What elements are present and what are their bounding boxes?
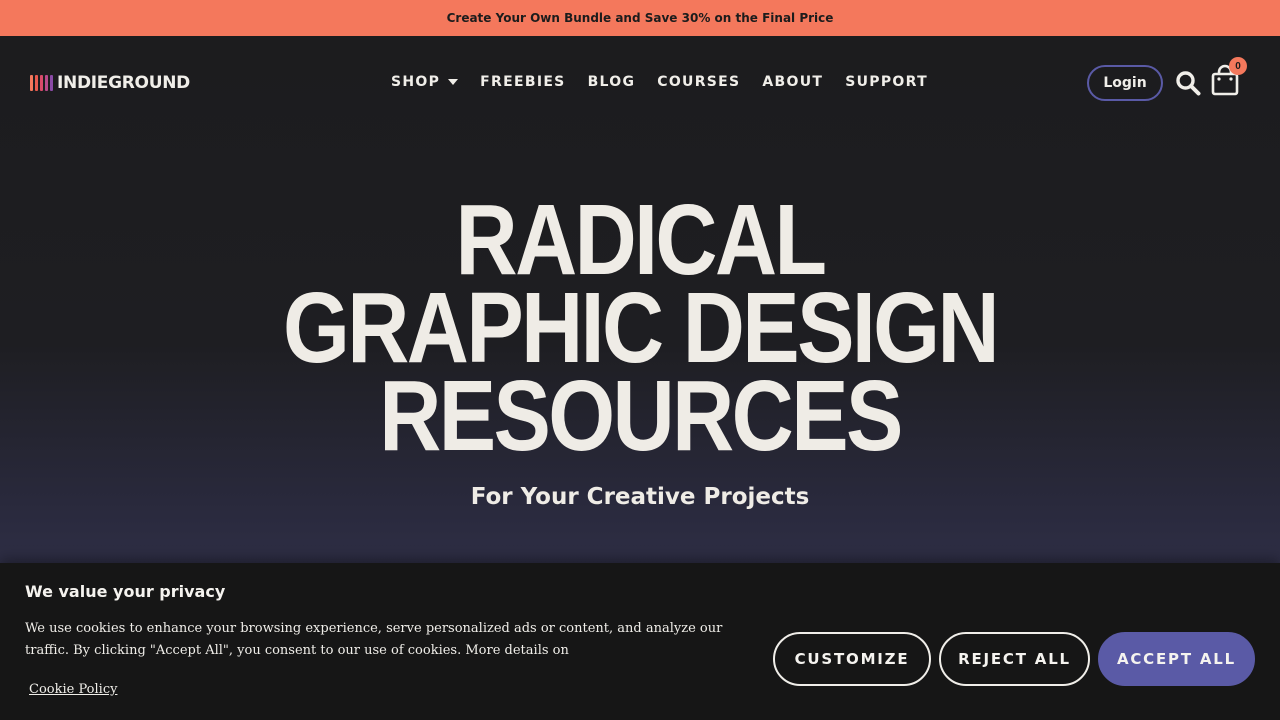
nav-item-label: SUPPORT [845, 74, 928, 90]
hero-title: RADICAL GRAPHIC DESIGN RESOURCES [90, 184, 1191, 472]
hero-title-line: RESOURCES [379, 360, 903, 472]
nav-item-blog[interactable]: BLOG [588, 74, 636, 90]
nav-item-label: BLOG [587, 74, 636, 90]
nav-item-courses[interactable]: COURSES [657, 74, 740, 90]
login-button[interactable]: Login [1087, 65, 1163, 101]
logo-bars-icon [30, 75, 53, 91]
logo-text: INDIEGROUND [57, 73, 190, 93]
cart-count-badge: 0 [1229, 57, 1247, 75]
logo-bar [30, 75, 33, 91]
cookie-policy-link[interactable]: Cookie Policy [29, 682, 117, 697]
hero-title-line: RADICAL [455, 184, 827, 296]
logo[interactable]: INDIEGROUND [30, 73, 190, 93]
accept-all-button[interactable]: ACCEPT ALL [1098, 632, 1255, 686]
logo-bar [50, 75, 53, 91]
nav-item-about[interactable]: ABOUT [762, 74, 823, 90]
nav-item-label: ABOUT [762, 74, 824, 90]
nav-item-shop[interactable]: SHOP [391, 74, 459, 90]
hero-subtitle: For Your Creative Projects [470, 484, 810, 510]
cookie-title: We value your privacy [25, 582, 226, 601]
promo-bar[interactable]: Create Your Own Bundle and Save 30% on t… [0, 0, 1280, 36]
cookie-text: We use cookies to enhance your browsing … [25, 621, 723, 658]
promo-text[interactable]: Create Your Own Bundle and Save 30% on t… [447, 11, 834, 25]
reject-all-button[interactable]: REJECT ALL [939, 632, 1090, 686]
logo-bar [35, 75, 38, 91]
logo-bar [40, 75, 43, 91]
main-nav: SHOP FREEBIES BLOG COURSES ABOUT SUPPORT [391, 74, 928, 90]
nav-item-label: COURSES [657, 74, 741, 90]
hero-title-line: GRAPHIC DESIGN [282, 272, 1000, 384]
search-icon[interactable] [1175, 70, 1201, 96]
logo-bar [45, 75, 48, 91]
nav-item-freebies[interactable]: FREEBIES [480, 74, 565, 90]
nav-item-label: FREEBIES [480, 74, 566, 90]
nav-item-label: SHOP [391, 74, 441, 90]
nav-item-support[interactable]: SUPPORT [845, 74, 928, 90]
chevron-down-icon [448, 79, 459, 85]
customize-button[interactable]: CUSTOMIZE [773, 632, 931, 686]
